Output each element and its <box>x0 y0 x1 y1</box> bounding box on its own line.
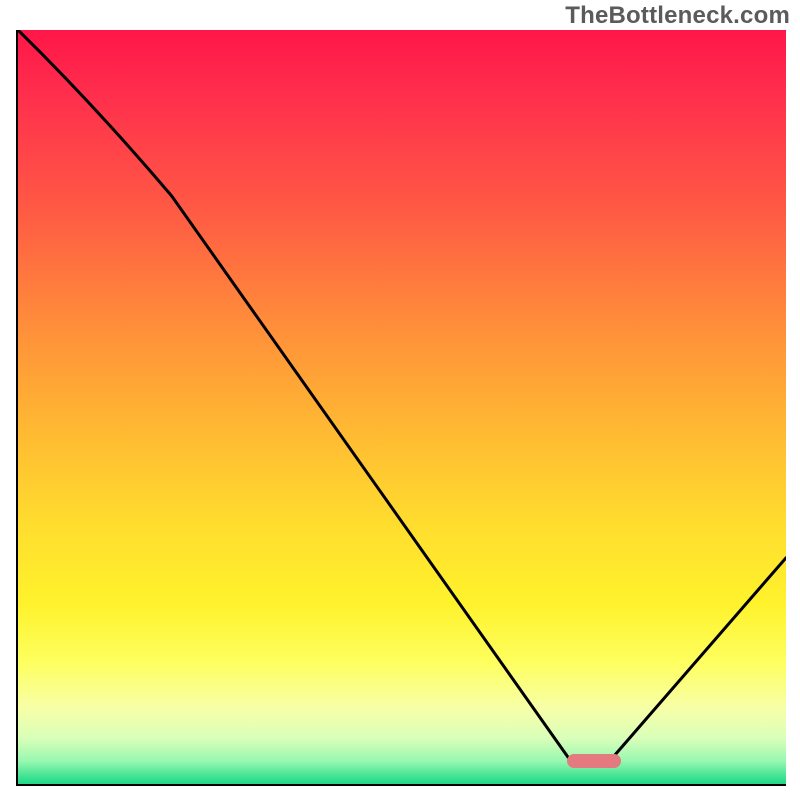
bottleneck-curve <box>18 30 786 784</box>
plot-area <box>16 30 786 786</box>
watermark-text: TheBottleneck.com <box>565 2 790 30</box>
optimal-marker <box>567 754 621 768</box>
chart-wrapper: TheBottleneck.com <box>0 0 800 800</box>
